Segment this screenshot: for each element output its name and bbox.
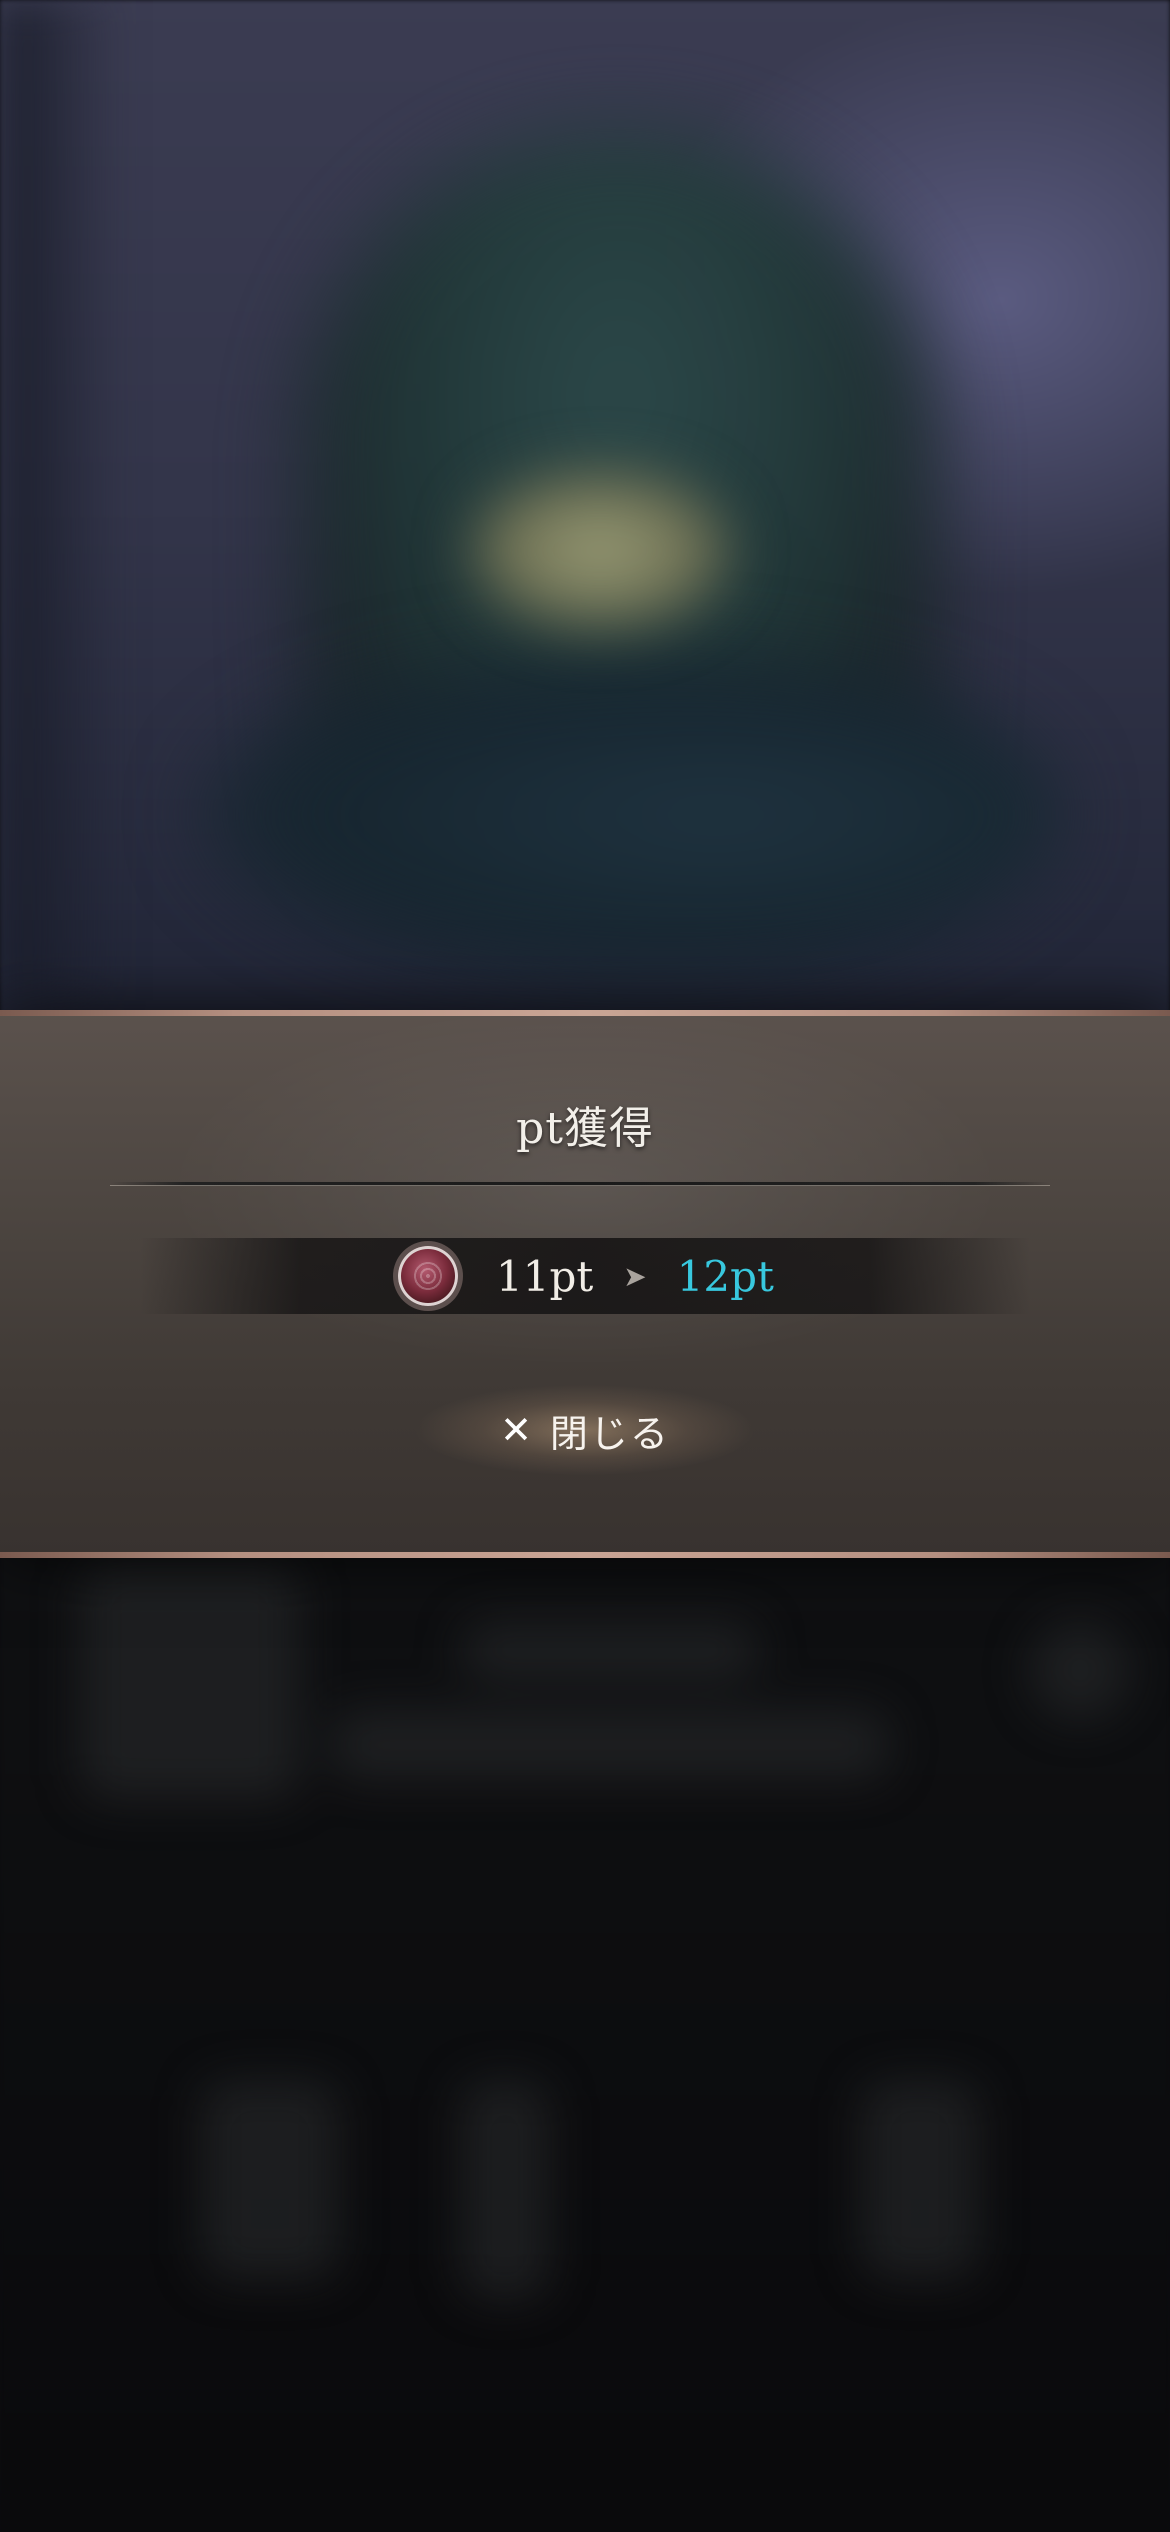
dialog-title: pt獲得: [516, 1103, 654, 1154]
points-after: 12pt: [676, 1251, 774, 1301]
close-button-label: 閉じる: [549, 1411, 670, 1456]
screen: pt獲得 11pt ➤ 12pt ✕ 閉じる: [0, 0, 1170, 2532]
pt-gain-dialog: pt獲得 11pt ➤ 12pt ✕ 閉じる: [0, 1010, 1170, 1558]
background-mask: [470, 470, 730, 630]
arrow-right-icon: ➤: [623, 1259, 647, 1293]
point-gem-icon: [398, 1246, 458, 1306]
background-wall-shadow: [0, 0, 120, 1000]
close-icon: ✕: [500, 1408, 532, 1452]
background-lower-ui: [0, 1560, 1170, 2532]
points-content: 11pt ➤ 12pt: [398, 1246, 774, 1306]
close-button[interactable]: ✕ 閉じる: [395, 1380, 775, 1480]
title-divider: [110, 1180, 1050, 1188]
points-row: 11pt ➤ 12pt: [140, 1238, 1030, 1314]
points-before: 11pt: [496, 1251, 594, 1301]
background-scarf: [200, 650, 1060, 980]
